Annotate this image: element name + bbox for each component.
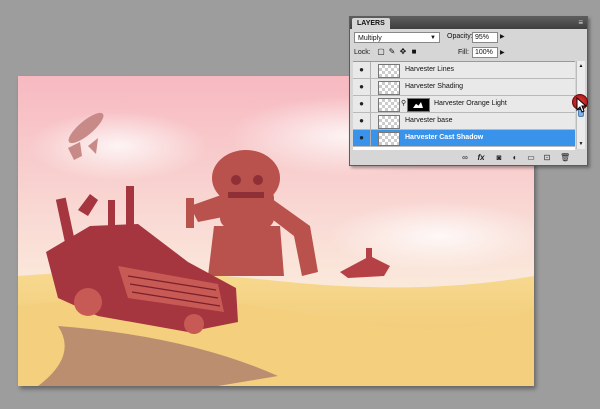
- layer-thumbnail: [378, 115, 400, 129]
- adjustment-layer-icon[interactable]: ◐: [510, 153, 520, 163]
- fill-input[interactable]: 100%: [472, 47, 498, 58]
- mouse-cursor-icon: [576, 97, 588, 113]
- add-mask-icon[interactable]: ◙: [494, 153, 504, 163]
- opacity-input[interactable]: 95%: [472, 32, 498, 43]
- visibility-eye-icon[interactable]: ●: [353, 130, 371, 146]
- blend-mode-select[interactable]: Multiply ▼: [354, 32, 440, 43]
- delete-layer-icon[interactable]: 🗑: [560, 153, 570, 163]
- layer-row[interactable]: ● Harvester Lines: [353, 62, 575, 79]
- layers-panel: LAYERS ≡ Multiply ▼ Opacity: 95% ▶ Lock:…: [349, 16, 588, 166]
- visibility-eye-icon[interactable]: ●: [353, 79, 371, 95]
- layer-thumbnail: [378, 132, 400, 146]
- layer-mask-thumbnail[interactable]: [407, 98, 430, 112]
- dropdown-arrow-icon: ▼: [430, 35, 436, 41]
- layer-name: Harvester Lines: [405, 66, 455, 73]
- fx-icon[interactable]: fx: [476, 153, 486, 163]
- layer-name: Harvester Cast Shadow: [405, 134, 484, 141]
- new-group-icon[interactable]: ▭: [526, 153, 536, 163]
- layer-row-selected[interactable]: ● Harvester Cast Shadow: [353, 130, 575, 147]
- opacity-label: Opacity:: [447, 33, 473, 40]
- opacity-slider-arrow-icon[interactable]: ▶: [500, 33, 505, 40]
- new-layer-icon[interactable]: ⊡: [542, 153, 552, 163]
- scroll-down-icon[interactable]: ▼: [577, 140, 585, 148]
- panel-menu-icon[interactable]: ≡: [578, 19, 583, 27]
- mask-link-icon[interactable]: ⚲: [401, 100, 406, 108]
- layer-name: Harvester base: [405, 117, 453, 124]
- lock-position-icon[interactable]: ✥: [399, 48, 407, 56]
- visibility-eye-icon[interactable]: ●: [353, 113, 371, 129]
- layer-thumbnail: [378, 64, 400, 78]
- visibility-eye-icon[interactable]: ●: [353, 62, 371, 78]
- lock-label: Lock:: [354, 49, 371, 56]
- lock-image-icon[interactable]: ✎: [388, 48, 396, 56]
- fill-label: Fill:: [458, 49, 469, 56]
- layer-thumbnail: [378, 98, 400, 112]
- scroll-up-icon[interactable]: ▲: [577, 62, 585, 70]
- link-layers-icon[interactable]: ∞: [460, 153, 470, 163]
- layer-list: ● Harvester Lines ● Harvester Shading ● …: [353, 61, 575, 150]
- panel-footer: ∞ fx ◙ ◐ ▭ ⊡ 🗑: [350, 151, 587, 165]
- panel-titlebar[interactable]: LAYERS ≡: [350, 17, 587, 29]
- layer-name: Harvester Shading: [405, 83, 463, 90]
- layer-name: Harvester Orange Light: [434, 100, 507, 107]
- layer-row[interactable]: ● Harvester Shading: [353, 79, 575, 96]
- fill-slider-arrow-icon[interactable]: ▶: [500, 49, 505, 56]
- visibility-eye-icon[interactable]: ●: [353, 96, 371, 112]
- layer-row[interactable]: ● Harvester base: [353, 113, 575, 130]
- blend-mode-value: Multiply: [358, 35, 382, 42]
- layer-row[interactable]: ● ⚲ Harvester Orange Light: [353, 96, 575, 113]
- lock-all-icon[interactable]: ■: [410, 48, 418, 56]
- lock-transparent-icon[interactable]: ▢: [377, 48, 385, 56]
- layer-thumbnail: [378, 81, 400, 95]
- layers-tab[interactable]: LAYERS: [352, 18, 390, 29]
